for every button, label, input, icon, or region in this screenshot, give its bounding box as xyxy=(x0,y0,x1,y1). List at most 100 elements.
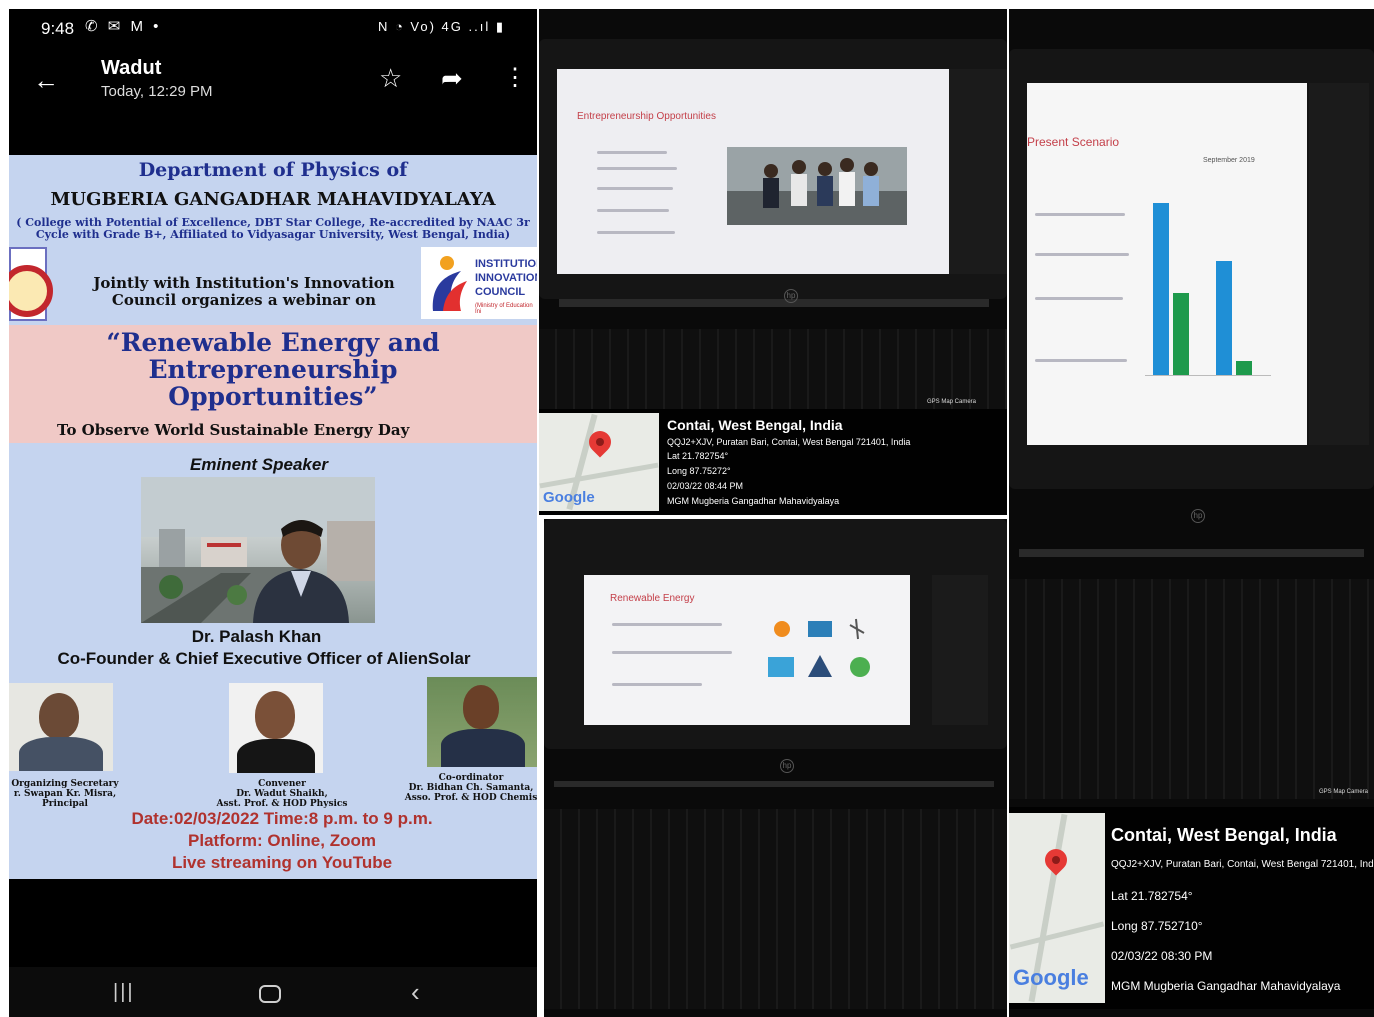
hp-logo-icon: hp xyxy=(1191,509,1205,523)
speaker-name: Dr. Palash Khan xyxy=(191,627,322,646)
slide-bullet xyxy=(597,151,667,154)
slide-bullet xyxy=(597,231,675,234)
gps-place: MGM Mugberia Gangadhar Mahavidyalaya xyxy=(1111,979,1341,993)
chart-bar xyxy=(1153,202,1169,375)
iic-emblem-icon xyxy=(432,256,467,311)
convener-photo xyxy=(229,683,323,773)
laptop-keyboard xyxy=(544,809,1007,1009)
gps-long: Long 87.752710° xyxy=(1111,919,1203,933)
gps-address: QQJ2+XJV, Puratan Bari, Contai, West Ben… xyxy=(1111,859,1374,870)
webinar-platform: Platform: Online, Zoom xyxy=(188,831,376,850)
gps-address: QQJ2+XJV, Puratan Bari, Contai, West Ben… xyxy=(667,437,911,447)
slide-title: Renewable Energy xyxy=(610,593,695,604)
organizing-secretary-caption: Organizing Secretary r. Swapan Kr. Misra… xyxy=(11,779,119,809)
poster-jointly-text: Jointly with Institution's Innovation Co… xyxy=(93,274,395,309)
slide-bullet xyxy=(1035,213,1125,216)
gps-location: Contai, West Bengal, India xyxy=(667,417,843,433)
location-map: Google xyxy=(1009,813,1105,1003)
slide-bullet xyxy=(597,209,669,212)
recent-apps-icon[interactable]: ||| xyxy=(113,981,135,1004)
gps-location: Contai, West Bengal, India xyxy=(1111,825,1337,845)
laptop-keyboard xyxy=(539,329,1007,409)
gps-camera-tag: GPS Map Camera xyxy=(1319,789,1369,795)
hp-logo-icon: hp xyxy=(780,759,794,773)
iic-logo-subtext: (Ministry of Education Ini xyxy=(475,303,533,315)
presentation-screen: Renewable Energy xyxy=(584,575,910,725)
slide-bullet xyxy=(612,623,722,626)
speaker-role: Co-Founder & Chief Executive Officer of … xyxy=(57,649,471,668)
google-logo: Google xyxy=(1013,965,1089,990)
presentation-screen: Entrepreneurship Opportunities xyxy=(557,69,955,274)
gps-long: Long 87.75272° xyxy=(667,466,731,476)
gps-lat: Lat 21.782754° xyxy=(667,451,729,461)
hp-logo-icon: hp xyxy=(784,289,798,303)
slide-title: Present Scenario xyxy=(1027,135,1120,149)
speaker-photo xyxy=(141,477,375,623)
chart-bar xyxy=(1236,361,1252,375)
gps-overlay: Google Contai, West Bengal, India QQJ2+X… xyxy=(539,409,1007,515)
slide-bullet xyxy=(612,651,732,654)
team-photo xyxy=(727,147,907,225)
zoom-participants-panel xyxy=(949,69,1007,274)
slide-bullet xyxy=(1035,359,1127,362)
poster-department: Department of Physics of xyxy=(138,159,408,181)
chart-bar xyxy=(1216,261,1232,375)
organizing-secretary-photo xyxy=(9,683,113,771)
slide-bullet xyxy=(597,167,677,170)
chart-bar xyxy=(1173,292,1189,375)
notification-icons: ✆ ✉ M • xyxy=(85,18,162,35)
gps-datetime: 02/03/22 08:30 PM xyxy=(1111,949,1213,963)
back-arrow-icon[interactable]: ← xyxy=(33,65,59,96)
presentation-screen: Present Scenario September 2019 xyxy=(1027,83,1307,445)
college-logo-icon xyxy=(9,247,53,321)
laptop-photo-entrepreneurship: Entrepreneurship Opportunities hp Google… xyxy=(539,9,1007,515)
gps-camera-tag: GPS Map Camera xyxy=(927,399,977,405)
speaker-photo-illustration xyxy=(141,477,375,623)
slide-bullet xyxy=(1035,297,1123,300)
android-nav-bar: ||| ‹ xyxy=(9,967,537,1017)
iic-logo: INSTITUTION INNOVATION COUNCIL (Ministry… xyxy=(421,247,537,319)
google-logo: Google xyxy=(543,489,595,506)
iic-logo-text: INSTITUTION INNOVATION COUNCIL xyxy=(475,258,537,298)
laptop-hinge xyxy=(1019,549,1364,557)
home-icon[interactable] xyxy=(259,985,281,1003)
gps-place: MGM Mugberia Gangadhar Mahavidyalaya xyxy=(667,496,840,506)
webinar-date-time: Date:02/03/2022 Time:8 p.m. to 9 p.m. xyxy=(131,809,433,828)
gps-overlay: Google Contai, West Bengal, India QQJ2+X… xyxy=(1009,807,1374,1009)
location-map: Google xyxy=(539,413,659,511)
more-options-icon[interactable]: ⋮ xyxy=(503,63,527,92)
laptop-photo-present-scenario: Present Scenario September 2019 hp GPS M… xyxy=(1009,9,1374,1017)
signal-battery-icons: N ◔ Vo) 4G ..ıl ▮ xyxy=(377,19,505,34)
app-bar: ← Wadut Today, 12:29 PM ☆ ➦ ⋮ xyxy=(9,49,537,115)
convener-caption: Convener Dr. Wadut Shaikh, Asst. Prof. &… xyxy=(216,779,348,809)
present-scenario-chart xyxy=(1145,179,1271,376)
zoom-participants-panel xyxy=(1309,83,1369,445)
observe-line: To Observe World Sustainable Energy Day xyxy=(57,421,410,439)
webinar-poster-image: Department of Physics of MUGBERIA GANGAD… xyxy=(9,155,537,879)
whatsapp-phone-screenshot: 9:48 ✆ ✉ M • N ◔ Vo) 4G ..ıl ▮ ← Wadut T… xyxy=(9,9,537,1017)
webinar-headline: “Renewable Energy and Entrepreneurship O… xyxy=(106,328,440,411)
contact-name: Wadut xyxy=(101,57,162,79)
gps-datetime: 02/03/22 08:44 PM xyxy=(667,481,744,491)
laptop-keyboard xyxy=(1009,579,1374,799)
gps-lat: Lat 21.782754° xyxy=(1111,889,1193,903)
message-timestamp: Today, 12:29 PM xyxy=(101,83,213,100)
slide-bullet xyxy=(612,683,702,686)
status-time: 9:48 xyxy=(41,19,75,38)
coordinator-photo xyxy=(427,677,537,767)
star-icon[interactable]: ☆ xyxy=(379,63,402,94)
coordinator-caption: Co-ordinator Dr. Bidhan Ch. Samanta, Ass… xyxy=(404,773,537,803)
map-pin-icon xyxy=(1040,844,1072,876)
chart-axis xyxy=(1145,375,1271,376)
laptop-photo-renewable: Renewable Energy hp xyxy=(544,519,1007,1017)
poster-college: MUGBERIA GANGADHAR MAHAVIDYALAYA xyxy=(50,189,496,210)
share-icon[interactable]: ➦ xyxy=(441,63,463,94)
webinar-live-stream: Live streaming on YouTube xyxy=(171,853,393,872)
status-bar: 9:48 ✆ ✉ M • N ◔ Vo) 4G ..ıl ▮ xyxy=(9,9,537,49)
chart-title: September 2019 xyxy=(1203,157,1255,164)
nav-back-icon[interactable]: ‹ xyxy=(411,977,420,1008)
laptop-hinge xyxy=(554,781,994,787)
slide-bullet xyxy=(1035,253,1129,256)
poster-tagline: ( College with Potential of Excellence, … xyxy=(16,216,530,241)
slide-title: Entrepreneurship Opportunities xyxy=(577,111,716,122)
